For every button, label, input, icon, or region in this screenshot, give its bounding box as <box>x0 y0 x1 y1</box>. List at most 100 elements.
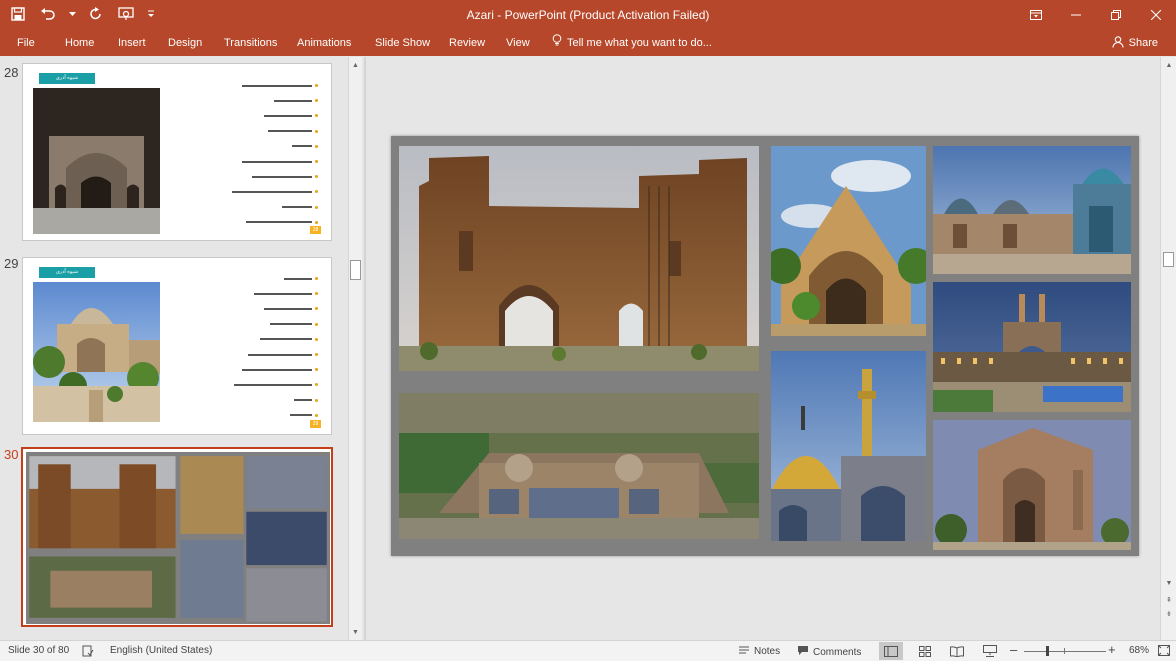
list-item <box>223 271 318 286</box>
tab-file[interactable]: File <box>17 34 35 52</box>
tab-transitions[interactable]: Transitions <box>224 34 277 52</box>
scrollbar-thumb[interactable] <box>350 260 361 280</box>
slide-image <box>26 452 330 624</box>
zoom-slider-center-tick <box>1064 648 1065 654</box>
tab-home[interactable]: Home <box>65 34 94 52</box>
scrollbar-thumb[interactable] <box>1163 252 1174 267</box>
title-bar: Azari - PowerPoint (Product Activation F… <box>0 0 1176 30</box>
slide-thumbnail-28[interactable]: شیوه آذری 28 <box>22 63 332 241</box>
tab-animations[interactable]: Animations <box>297 34 351 52</box>
tab-view[interactable]: View <box>506 34 530 52</box>
scroll-down-icon[interactable]: ▼ <box>1162 577 1176 590</box>
comments-button[interactable]: Comments <box>797 645 861 659</box>
zoom-slider[interactable] <box>1024 651 1106 652</box>
next-slide-icon[interactable]: ⇟ <box>1162 607 1176 620</box>
share-label: Share <box>1128 37 1158 49</box>
current-slide[interactable] <box>391 136 1139 556</box>
spell-check-icon[interactable] <box>82 645 94 657</box>
slide-thumbnail-30[interactable] <box>21 447 333 627</box>
list-item <box>223 139 318 154</box>
ribbon-tabs: File Home Insert Design Transitions Anim… <box>0 30 1176 56</box>
page-tag: 29 <box>310 420 321 428</box>
slide-image <box>33 282 160 422</box>
zoom-out-icon[interactable]: – <box>1010 642 1017 657</box>
slide-number: 28 <box>4 65 19 80</box>
list-item <box>223 408 318 423</box>
list-item <box>223 154 318 169</box>
slide-photo[interactable] <box>771 351 926 541</box>
list-item <box>223 332 318 347</box>
slide-photo[interactable] <box>771 146 926 336</box>
slide-show-view-icon[interactable] <box>978 642 1002 660</box>
slide-thumbnail-29[interactable]: شیوه آذری 29 <box>22 257 332 435</box>
tell-me-text: Tell me what you want to do... <box>567 37 712 49</box>
window-controls <box>1016 0 1176 30</box>
list-item <box>223 78 318 93</box>
notes-button[interactable]: Notes <box>738 645 780 658</box>
list-item <box>223 215 318 230</box>
share-button[interactable]: Share <box>1106 32 1164 54</box>
slide-thumbnails-pane: 28 شیوه آذری 28 29 شیوه آذری 29 30 <box>0 57 362 640</box>
slide-banner: شیوه آذری <box>39 267 95 278</box>
lightbulb-icon <box>552 34 562 52</box>
list-item <box>223 200 318 215</box>
slide-photo[interactable] <box>933 282 1131 412</box>
comment-icon <box>797 645 809 659</box>
minimize-icon[interactable] <box>1056 0 1096 30</box>
slide-sorter-view-icon[interactable] <box>913 642 937 660</box>
person-icon <box>1112 35 1124 51</box>
previous-slide-icon[interactable]: ⇞ <box>1162 593 1176 606</box>
list-item <box>223 377 318 392</box>
tab-design[interactable]: Design <box>168 34 202 52</box>
list-item <box>223 347 318 362</box>
thumbnail-scrollbar[interactable]: ▲ ▼ <box>348 57 362 640</box>
scroll-up-icon[interactable]: ▲ <box>349 59 362 72</box>
tab-review[interactable]: Review <box>449 34 485 52</box>
comments-label: Comments <box>813 646 862 658</box>
list-item <box>223 301 318 316</box>
slide-photo[interactable] <box>399 393 759 539</box>
slide-banner: شیوه آذری <box>39 73 95 84</box>
close-icon[interactable] <box>1136 0 1176 30</box>
list-item <box>223 124 318 139</box>
tab-slide-show[interactable]: Slide Show <box>375 34 430 52</box>
restore-icon[interactable] <box>1096 0 1136 30</box>
list-item <box>223 393 318 408</box>
list-item <box>223 169 318 184</box>
tab-insert[interactable]: Insert <box>118 34 146 52</box>
zoom-in-icon[interactable]: + <box>1108 642 1116 657</box>
list-item <box>223 362 318 377</box>
slide-photo[interactable] <box>399 146 759 371</box>
scroll-up-icon[interactable]: ▲ <box>1162 59 1176 72</box>
list-item <box>223 93 318 108</box>
notes-label: Notes <box>754 646 781 657</box>
list-item <box>223 108 318 123</box>
slide-counter: Slide 30 of 80 <box>8 645 70 656</box>
slide-photo[interactable] <box>933 146 1131 274</box>
window-title: Azari - PowerPoint (Product Activation F… <box>466 8 710 22</box>
notes-icon <box>738 645 750 658</box>
list-item <box>223 317 318 332</box>
ribbon-display-options-icon[interactable] <box>1016 0 1056 30</box>
zoom-slider-knob[interactable] <box>1046 646 1049 656</box>
zoom-level[interactable]: 68% <box>1129 645 1149 656</box>
slide-bullet-list <box>223 271 318 423</box>
fit-slide-icon[interactable] <box>1158 645 1170 656</box>
tell-me-box[interactable]: Tell me what you want to do... <box>552 34 712 52</box>
normal-view-icon[interactable] <box>879 642 903 660</box>
status-bar: Slide 30 of 80 English (United States) N… <box>0 640 1176 661</box>
slide-number: 29 <box>4 256 19 271</box>
scroll-down-icon[interactable]: ▼ <box>349 626 362 639</box>
pane-splitter[interactable] <box>364 57 366 640</box>
slide-image <box>33 88 160 234</box>
list-item <box>223 286 318 301</box>
slide-photo[interactable] <box>933 420 1131 550</box>
slide-editing-area <box>367 57 1160 640</box>
reading-view-icon[interactable] <box>945 642 969 660</box>
list-item <box>223 184 318 199</box>
slide-number: 30 <box>4 447 19 462</box>
slide-scrollbar[interactable]: ▲ ▼ ⇞ ⇟ <box>1160 57 1176 640</box>
page-tag: 28 <box>310 226 321 234</box>
language-indicator[interactable]: English (United States) <box>110 645 212 656</box>
slide-bullet-list <box>223 78 318 230</box>
